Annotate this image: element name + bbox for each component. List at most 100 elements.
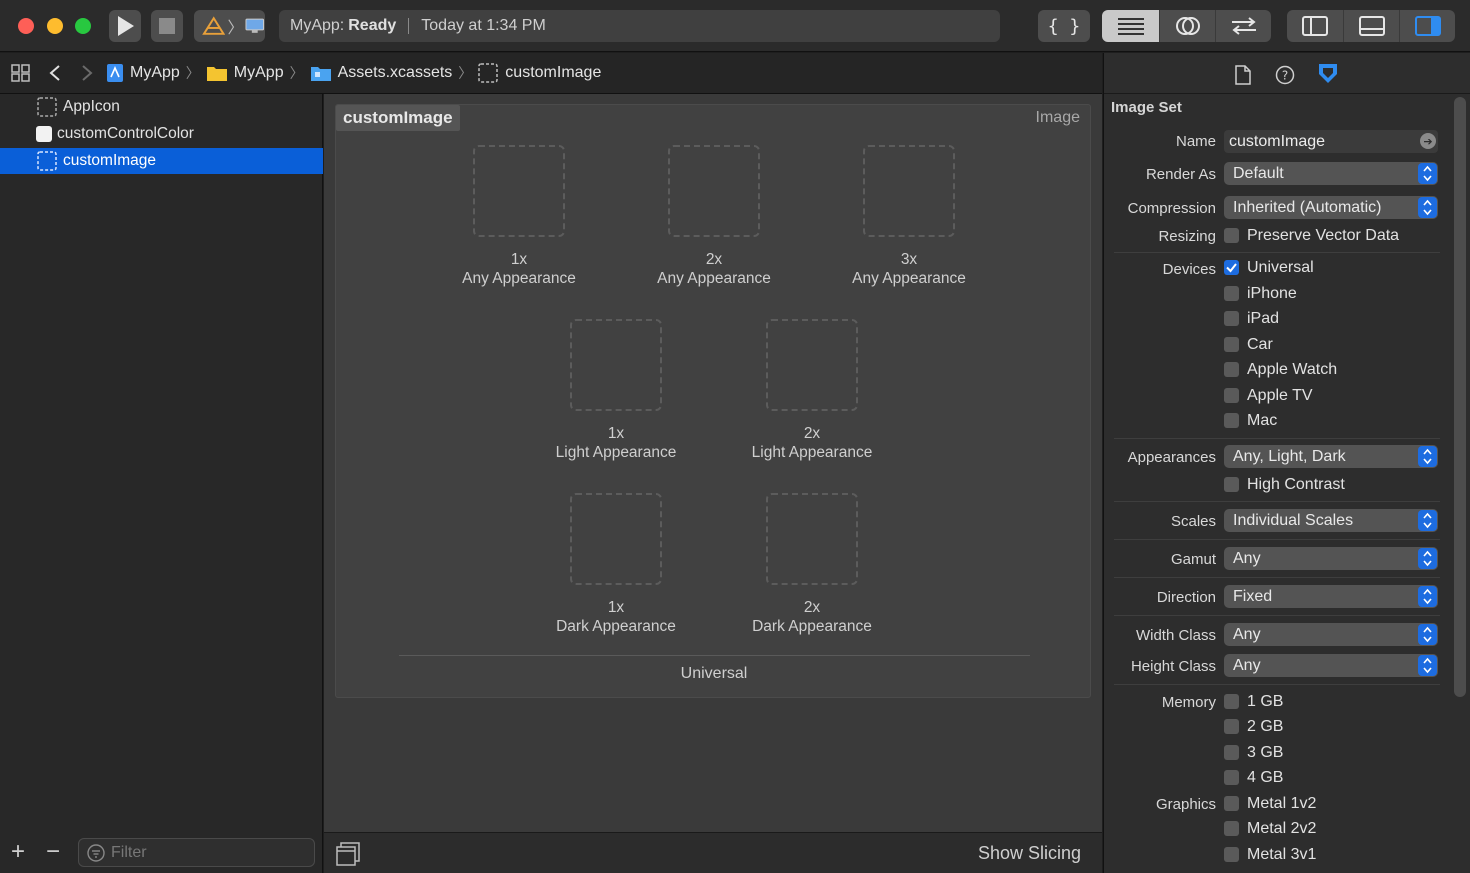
- compression-label: Compression: [1127, 200, 1216, 217]
- image-drop-slot[interactable]: [766, 319, 858, 411]
- remove-icon[interactable]: −: [46, 838, 60, 866]
- appearances-popup[interactable]: Any, Light, Dark: [1224, 445, 1438, 468]
- stop-button[interactable]: [151, 10, 183, 42]
- iphone-checkbox[interactable]: [1224, 286, 1239, 301]
- gamut-popup[interactable]: Any: [1224, 547, 1438, 570]
- assistant-editor-button[interactable]: [1159, 10, 1215, 42]
- image-well-any-3x[interactable]: 3x Any Appearance: [849, 145, 969, 288]
- render-as-popup[interactable]: Default: [1224, 162, 1438, 185]
- inspector-scrollbar[interactable]: [1454, 97, 1466, 697]
- image-well-dark-2x[interactable]: 2x Dark Appearance: [752, 493, 872, 636]
- file-icon[interactable]: [1235, 65, 1251, 85]
- image-well-light-2x[interactable]: 2x Light Appearance: [752, 319, 872, 462]
- compression-popup[interactable]: Inherited (Automatic): [1224, 196, 1438, 219]
- image-drop-slot[interactable]: [570, 319, 662, 411]
- memory-1gb-checkbox[interactable]: [1224, 694, 1239, 709]
- appearances-value: Any, Light, Dark: [1233, 447, 1346, 465]
- close-window-button[interactable]: [18, 18, 34, 34]
- width-class-popup[interactable]: Any: [1224, 623, 1438, 646]
- name-field[interactable]: customImage ➔: [1224, 130, 1438, 153]
- breadcrumb-group[interactable]: MyApp: [206, 64, 284, 82]
- high-contrast-checkbox[interactable]: [1224, 477, 1239, 492]
- breadcrumb-image-set[interactable]: customImage: [478, 63, 601, 83]
- image-drop-slot[interactable]: [473, 145, 565, 237]
- navigator-footer: + − Filter: [0, 832, 323, 873]
- add-icon[interactable]: +: [11, 838, 25, 866]
- inspector-tabs: ?: [1104, 53, 1470, 94]
- image-set-container: customImage Image 1x Any Appearance 2x A…: [335, 104, 1091, 698]
- grid-icon[interactable]: [11, 64, 31, 82]
- toggle-debug-area-button[interactable]: [1343, 10, 1399, 42]
- preserve-vector-checkbox[interactable]: [1224, 228, 1239, 243]
- image-drop-slot[interactable]: [570, 493, 662, 585]
- image-drop-slot[interactable]: [863, 145, 955, 237]
- filter-field[interactable]: Filter: [78, 838, 315, 867]
- compression-value: Inherited (Automatic): [1233, 198, 1382, 216]
- run-button[interactable]: [109, 10, 141, 42]
- divider: [1114, 539, 1440, 540]
- gamut-label: Gamut: [1170, 551, 1216, 568]
- updown-arrows-icon: [1418, 586, 1437, 607]
- apple-watch-checkbox[interactable]: [1224, 362, 1239, 377]
- minimize-window-button[interactable]: [47, 18, 63, 34]
- asset-item-appicon[interactable]: AppIcon: [0, 94, 323, 120]
- outline-toggle-icon[interactable]: [336, 842, 360, 866]
- universal-checkbox[interactable]: [1224, 260, 1239, 275]
- attributes-icon[interactable]: [1317, 62, 1339, 84]
- chevron-right-icon: 〉: [227, 20, 244, 37]
- asset-item-customimage[interactable]: customImage: [0, 148, 323, 174]
- height-class-popup[interactable]: Any: [1224, 654, 1438, 677]
- memory-4gb-checkbox[interactable]: [1224, 770, 1239, 785]
- image-well-light-1x[interactable]: 1x Light Appearance: [556, 319, 676, 462]
- image-set-title[interactable]: customImage: [336, 105, 460, 131]
- arrow-circle-icon[interactable]: ➔: [1420, 133, 1436, 149]
- mac-device-icon: [245, 18, 265, 33]
- show-slicing-button[interactable]: Show Slicing: [978, 843, 1081, 864]
- name-label: Name: [1175, 133, 1216, 150]
- back-arrow-icon[interactable]: [48, 64, 62, 82]
- status-state: Ready: [348, 17, 397, 34]
- mac-checkbox[interactable]: [1224, 413, 1239, 428]
- scales-popup[interactable]: Individual Scales: [1224, 509, 1438, 532]
- asset-item-customcontrolcolor[interactable]: customControlColor: [0, 121, 323, 147]
- version-editor-button[interactable]: [1215, 10, 1271, 42]
- metal-2v2-checkbox[interactable]: [1224, 821, 1239, 836]
- scheme-selector[interactable]: 〉: [194, 10, 265, 42]
- direction-popup[interactable]: Fixed: [1224, 585, 1438, 608]
- image-drop-slot[interactable]: [668, 145, 760, 237]
- well-scale: 3x: [900, 251, 918, 268]
- metal-3v1-checkbox[interactable]: [1224, 847, 1239, 862]
- memory-2gb-checkbox[interactable]: [1224, 719, 1239, 734]
- devices-label: Devices: [1162, 261, 1216, 278]
- car-checkbox[interactable]: [1224, 337, 1239, 352]
- filter-icon: [87, 843, 105, 862]
- breadcrumb-separator-icon: 〉: [185, 65, 200, 81]
- standard-editor-button[interactable]: [1102, 10, 1159, 42]
- apple-tv-label: Apple TV: [1247, 387, 1313, 404]
- window-toolbar: 〉 MyApp: Ready Today at 1:34 PM { }: [0, 0, 1470, 52]
- image-drop-slot[interactable]: [766, 493, 858, 585]
- forward-arrow-icon[interactable]: [80, 64, 94, 82]
- zoom-window-button[interactable]: [75, 18, 91, 34]
- appearances-label: Appearances: [1127, 449, 1216, 466]
- library-button[interactable]: { }: [1038, 10, 1090, 42]
- metal-1v2-checkbox[interactable]: [1224, 796, 1239, 811]
- apple-tv-checkbox[interactable]: [1224, 388, 1239, 403]
- image-well-any-1x[interactable]: 1x Any Appearance: [459, 145, 579, 288]
- ipad-checkbox[interactable]: [1224, 311, 1239, 326]
- high-contrast-label: High Contrast: [1247, 476, 1345, 493]
- right-panel-icon: [1414, 16, 1441, 36]
- breadcrumb-project[interactable]: MyApp: [106, 63, 180, 83]
- attributes-inspector: ? Image Set Name customImage ➔ Render As…: [1103, 53, 1470, 873]
- toggle-inspector-button[interactable]: [1399, 10, 1455, 42]
- memory-3gb-checkbox[interactable]: [1224, 745, 1239, 760]
- xcode-project-icon: [107, 64, 123, 82]
- width-class-value: Any: [1233, 625, 1261, 643]
- help-icon[interactable]: ?: [1275, 65, 1295, 85]
- image-well-dark-1x[interactable]: 1x Dark Appearance: [556, 493, 676, 636]
- app-icon-set-icon: [37, 97, 57, 117]
- image-well-any-2x[interactable]: 2x Any Appearance: [654, 145, 774, 288]
- memory-4gb-label: 4 GB: [1247, 769, 1284, 786]
- breadcrumb-asset-catalog[interactable]: Assets.xcassets: [310, 64, 452, 82]
- toggle-navigator-button[interactable]: [1287, 10, 1343, 42]
